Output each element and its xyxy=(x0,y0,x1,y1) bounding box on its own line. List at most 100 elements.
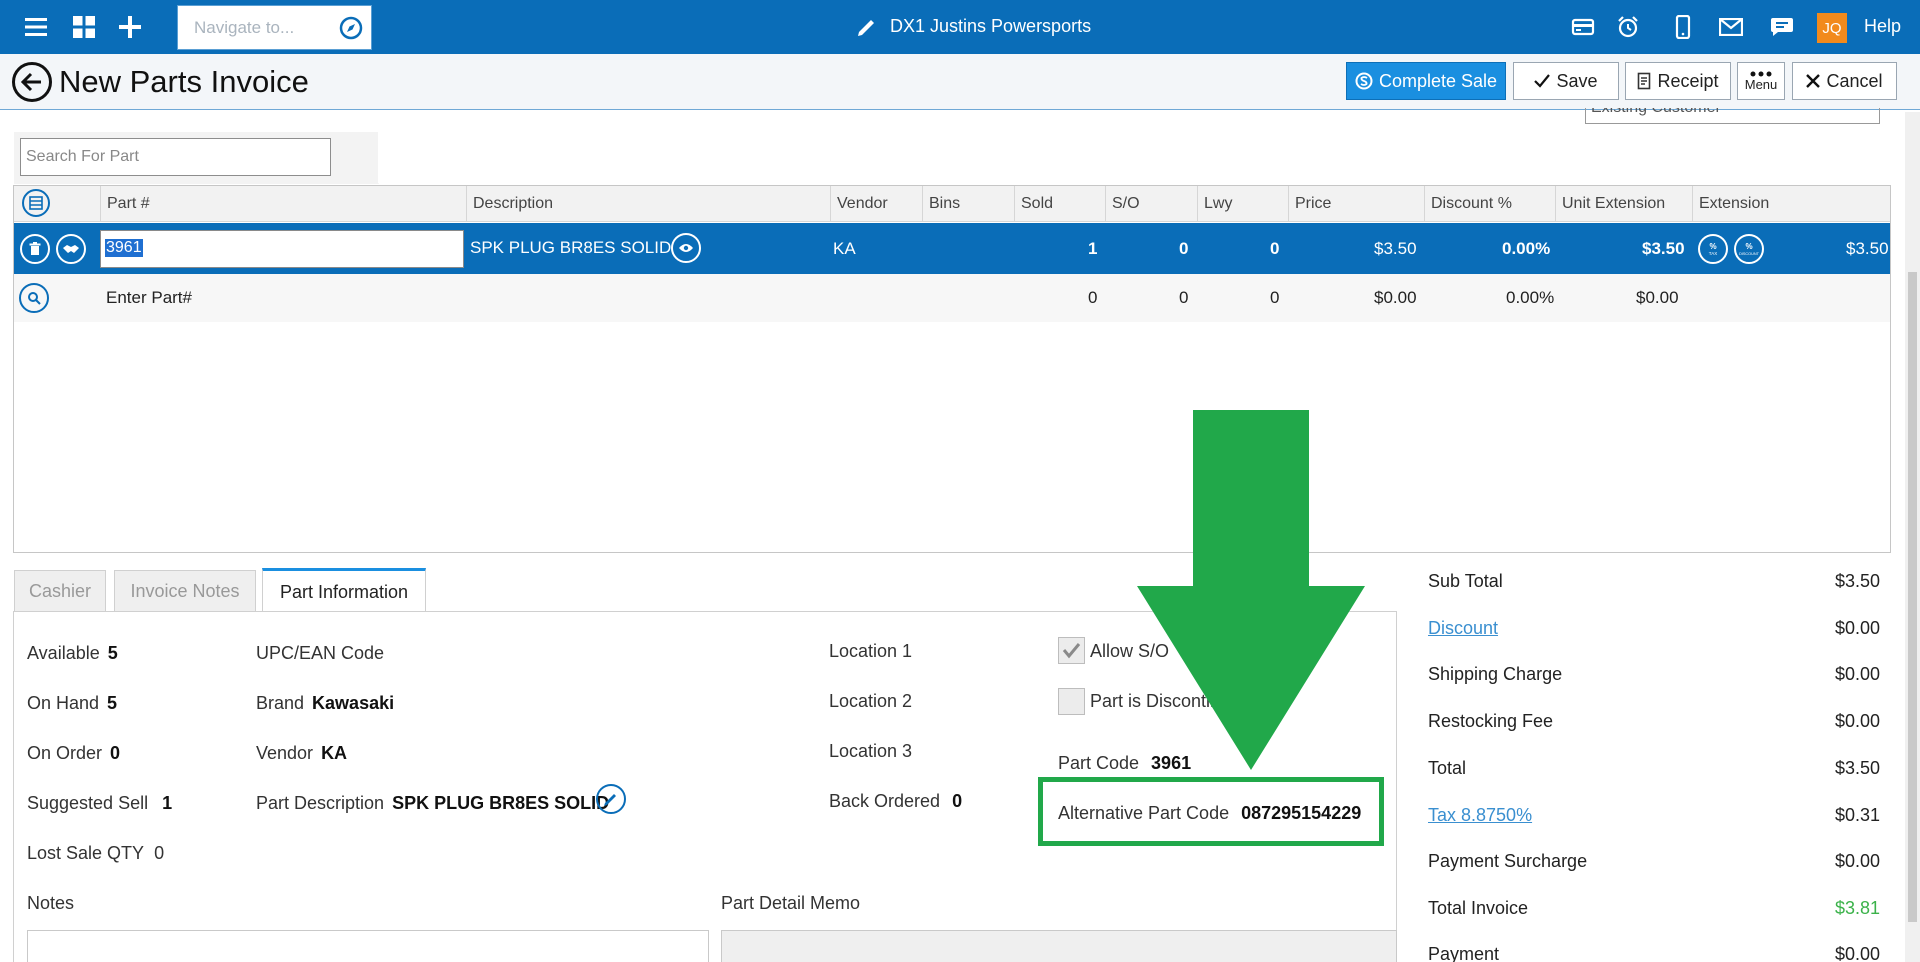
on-order-value: 0 xyxy=(110,743,121,763)
part-detail-memo-label: Part Detail Memo xyxy=(721,893,861,913)
payment-surcharge-value: $0.00 xyxy=(1834,851,1880,871)
row-extension: $3.50 xyxy=(1846,239,1889,258)
shipping-charge-value: $0.00 xyxy=(1834,664,1880,684)
row-lwy: 0 xyxy=(1270,239,1280,258)
svg-text:%: % xyxy=(1745,242,1752,251)
menu-label: Menu xyxy=(1744,76,1778,92)
scrollbar-thumb[interactable] xyxy=(1908,272,1917,922)
delete-trash-icon[interactable] xyxy=(20,234,50,264)
col-description[interactable]: Description xyxy=(466,186,830,222)
col-part-number[interactable]: Part # xyxy=(100,186,480,222)
location2-label: Location 2 xyxy=(829,691,913,711)
vertical-scrollbar[interactable] xyxy=(1905,112,1920,962)
part-code-label: Part Code xyxy=(1058,753,1140,773)
tab-invoice-notes[interactable]: Invoice Notes xyxy=(114,570,256,612)
discount-value: $0.00 xyxy=(1834,618,1880,638)
tab-part-information[interactable]: Part Information xyxy=(262,568,426,613)
mail-icon[interactable] xyxy=(1715,11,1747,43)
handshake-icon[interactable] xyxy=(56,234,86,264)
suggested-sell-field: Suggested Sell 1 xyxy=(27,793,172,814)
page-header: New Parts Invoice Complete Sale Save Rec… xyxy=(0,54,1920,110)
table-row-new[interactable]: Enter Part# 0 0 0 $0.00 0.00% $0.00 xyxy=(14,274,1890,322)
receipt-button[interactable]: Receipt xyxy=(1625,62,1731,100)
green-arrow-annotation xyxy=(1137,410,1365,770)
upc-field: UPC/EAN Code xyxy=(256,643,384,664)
mobile-phone-icon[interactable] xyxy=(1667,11,1699,43)
brand-value: Kawasaki xyxy=(312,693,395,713)
brand-field: Brand Kawasaki xyxy=(256,693,394,714)
navigate-input[interactable] xyxy=(194,16,334,40)
cancel-label: Cancel xyxy=(1826,70,1883,91)
complete-sale-label: Complete Sale xyxy=(1378,70,1498,91)
col-discount[interactable]: Discount % xyxy=(1424,186,1561,222)
eye-view-icon[interactable] xyxy=(671,233,701,263)
discount-link[interactable]: Discount xyxy=(1428,618,1498,639)
col-price[interactable]: Price xyxy=(1288,186,1424,222)
tax-link[interactable]: Tax 8.8750% xyxy=(1428,805,1532,826)
register-icon[interactable] xyxy=(1567,11,1599,43)
part-detail-memo-textarea[interactable] xyxy=(721,930,1397,962)
compass-icon[interactable] xyxy=(339,16,363,45)
user-avatar[interactable]: JQ xyxy=(1817,13,1847,43)
add-plus-icon[interactable] xyxy=(114,11,146,43)
new-row-unit-extension: $0.00 xyxy=(1636,288,1679,307)
col-sold[interactable]: Sold xyxy=(1014,186,1105,222)
pencil-icon[interactable] xyxy=(856,16,878,43)
allow-so-checkbox[interactable] xyxy=(1058,637,1085,664)
col-lwy[interactable]: Lwy xyxy=(1197,186,1288,222)
column-chooser-icon[interactable] xyxy=(22,189,50,217)
help-link[interactable]: Help xyxy=(1864,16,1901,37)
notes-label: Notes xyxy=(27,893,75,913)
dashboard-grid-icon[interactable] xyxy=(68,11,100,43)
discontinued-checkbox[interactable] xyxy=(1058,688,1085,715)
row-price: $3.50 xyxy=(1374,239,1417,258)
col-vendor[interactable]: Vendor xyxy=(830,186,922,222)
payment-surcharge-label: Payment Surcharge xyxy=(1428,851,1588,871)
available-field: Available 5 xyxy=(27,643,118,664)
tax-icon[interactable]: % TAX xyxy=(1698,234,1728,264)
col-bins[interactable]: Bins xyxy=(922,186,1014,222)
enter-part-placeholder[interactable]: Enter Part# xyxy=(106,288,192,308)
location1-label: Location 1 xyxy=(829,641,913,661)
part-number-edit-field[interactable]: 3961 xyxy=(100,230,464,268)
row-unit-extension: $3.50 xyxy=(1642,239,1685,258)
back-ordered-label: Back Ordered xyxy=(829,791,941,811)
cancel-button[interactable]: Cancel xyxy=(1792,62,1897,100)
alarm-clock-icon[interactable] xyxy=(1612,11,1644,43)
app-title: DX1 Justins Powersports xyxy=(890,16,1092,36)
part-description-field: Part Description SPK PLUG BR8ES SOLID xyxy=(256,793,609,814)
svg-text:TAX: TAX xyxy=(1709,251,1717,256)
customer-type-field[interactable]: Existing Customer xyxy=(1585,108,1880,124)
search-tab-edge xyxy=(335,132,379,184)
row-sold: 1 xyxy=(1088,239,1098,258)
available-label: Available xyxy=(27,643,100,663)
tab-cashier[interactable]: Cashier xyxy=(14,570,106,612)
part-description-label: Part Description xyxy=(256,793,385,813)
save-button[interactable]: Save xyxy=(1513,62,1619,100)
subtotal-value: $3.50 xyxy=(1834,571,1880,591)
receipt-label: Receipt xyxy=(1657,70,1719,91)
complete-sale-button[interactable]: Complete Sale xyxy=(1346,62,1506,100)
hamburger-menu-icon[interactable] xyxy=(20,11,52,43)
back-arrow-button[interactable] xyxy=(12,62,52,102)
checkmark-icon xyxy=(1062,643,1081,659)
search-icon[interactable] xyxy=(19,283,49,313)
table-row-selected[interactable]: 3961 SPK PLUG BR8ES SOLID KA 1 0 0 $3.50… xyxy=(14,223,1890,274)
chat-icon[interactable] xyxy=(1766,11,1798,43)
location3-label: Location 3 xyxy=(829,741,913,761)
new-row-lwy: 0 xyxy=(1270,288,1280,307)
menu-button[interactable]: Menu xyxy=(1737,62,1785,100)
search-for-part-input[interactable] xyxy=(20,138,331,176)
discount-icon[interactable]: % DISCOUNT xyxy=(1734,234,1764,264)
col-unit-extension[interactable]: Unit Extension xyxy=(1555,186,1692,222)
save-label: Save xyxy=(1556,70,1598,91)
total-value: $3.50 xyxy=(1834,758,1880,778)
col-so[interactable]: S/O xyxy=(1105,186,1197,222)
edit-pencil-icon[interactable] xyxy=(596,784,626,814)
notes-textarea[interactable] xyxy=(27,930,709,962)
part-number-value: 3961 xyxy=(105,239,143,257)
on-hand-value: 5 xyxy=(107,693,118,713)
vendor-field: Vendor KA xyxy=(256,743,347,764)
row-vendor: KA xyxy=(833,239,856,258)
col-extension[interactable]: Extension xyxy=(1692,186,1890,222)
